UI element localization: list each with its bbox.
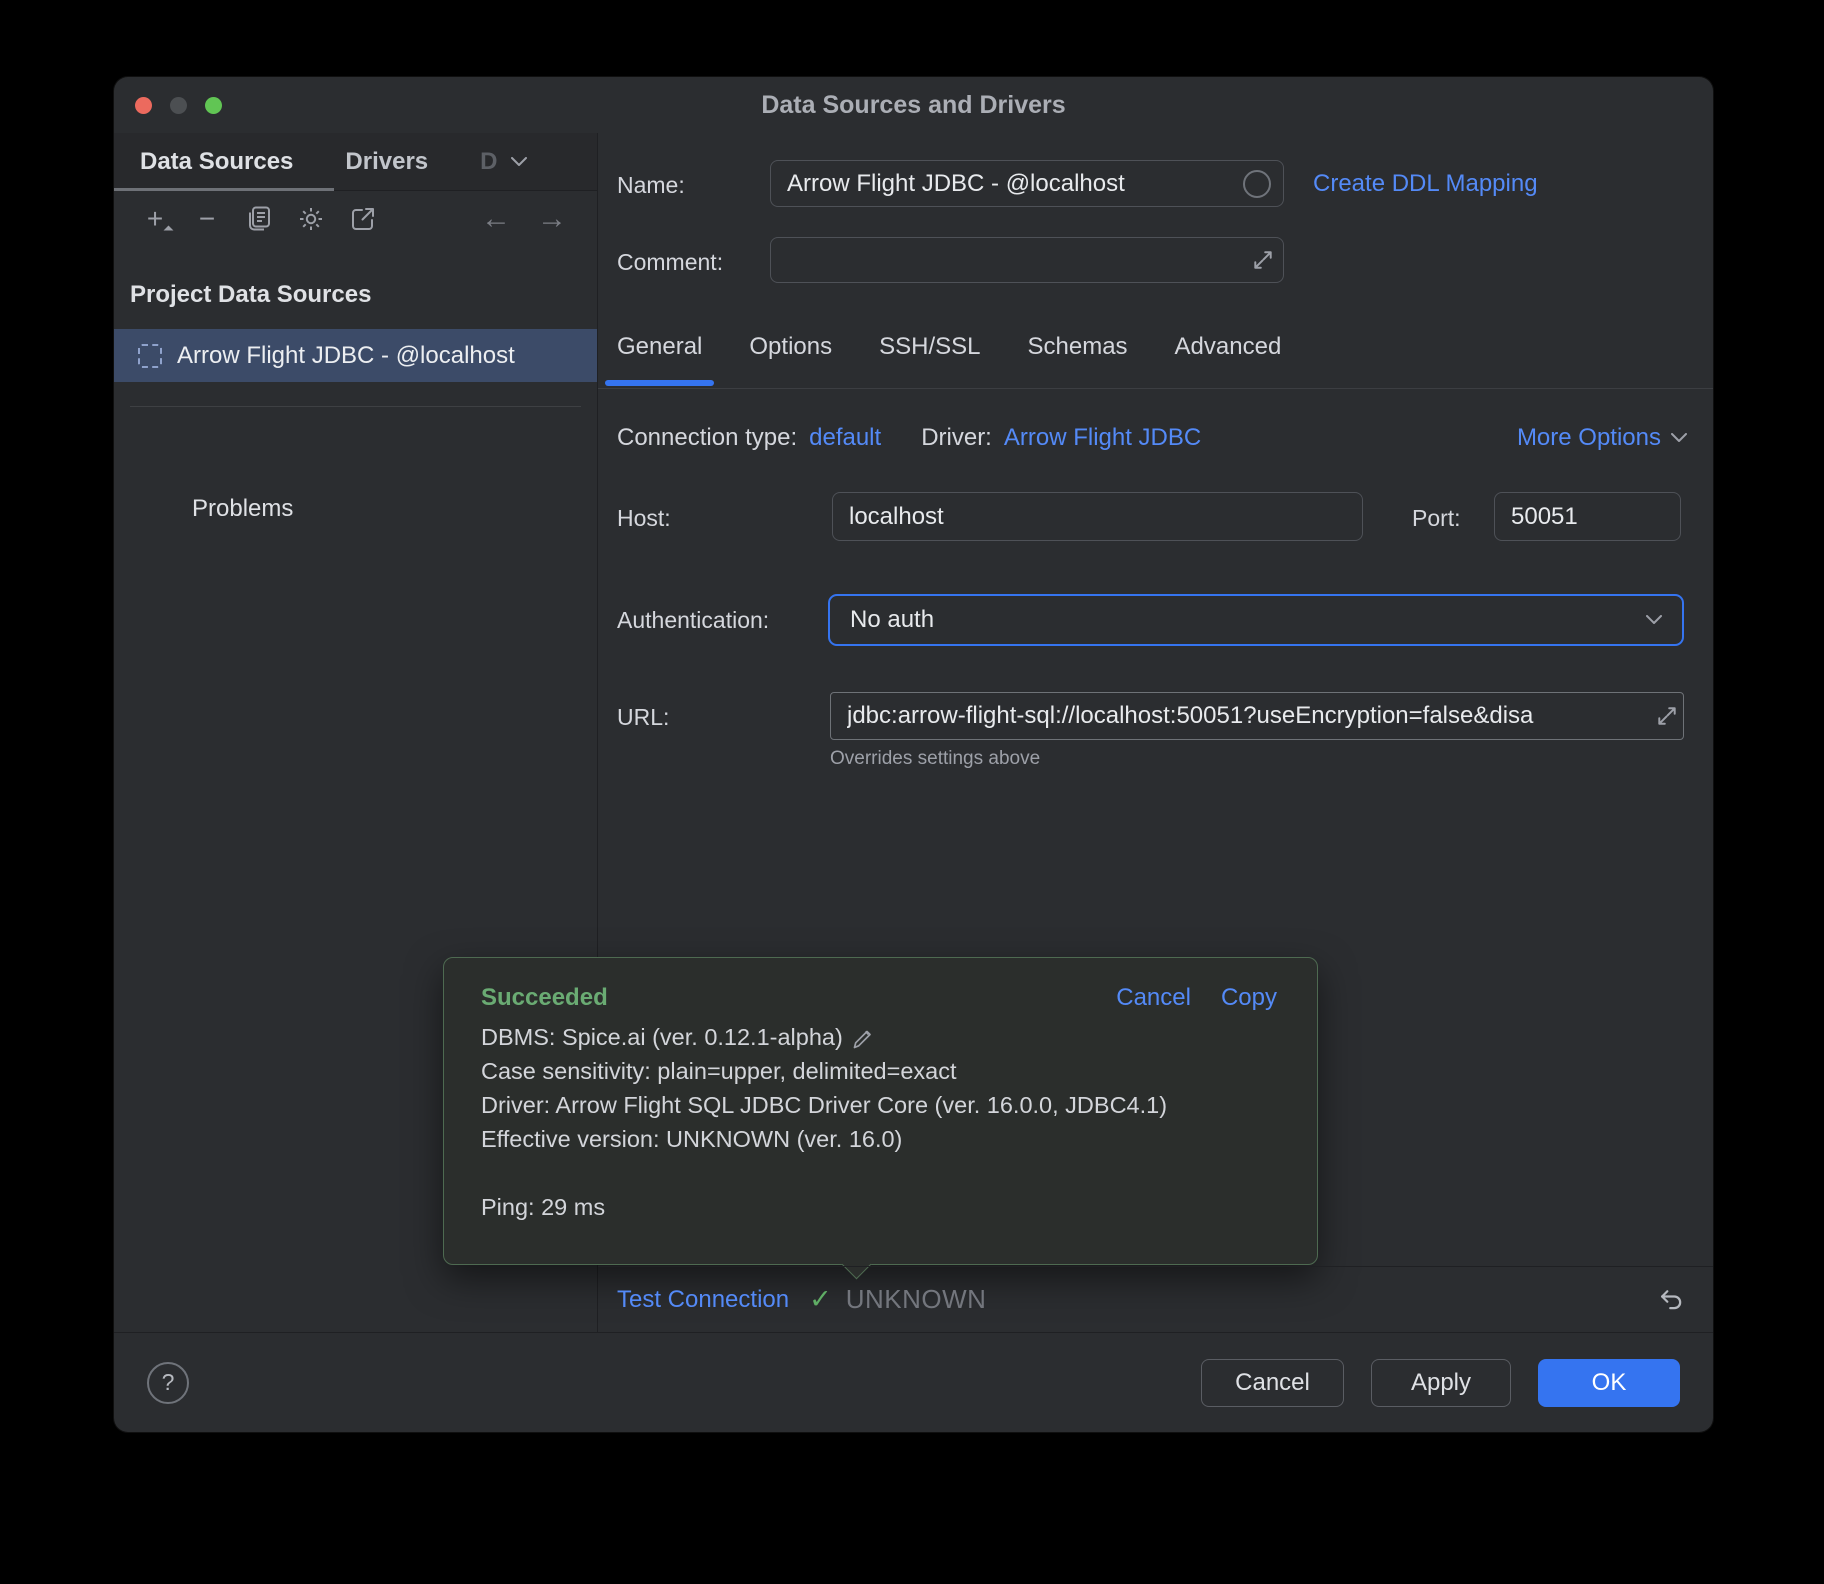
tab-data-sources[interactable]: Data Sources <box>140 148 293 176</box>
tab-drivers[interactable]: Drivers <box>345 148 428 176</box>
authentication-value: No auth <box>850 606 934 634</box>
driver-line: Driver: Arrow Flight SQL JDBC Driver Cor… <box>481 1088 1287 1122</box>
data-sources-dialog: Data Sources and Drivers Data Sources Dr… <box>114 77 1713 1432</box>
host-label: Host: <box>617 505 671 532</box>
port-input[interactable] <box>1494 492 1681 541</box>
gear-icon[interactable] <box>290 199 332 239</box>
tab-options[interactable]: Options <box>749 329 832 388</box>
apply-button[interactable]: Apply <box>1371 1359 1511 1407</box>
url-label: URL: <box>617 704 669 731</box>
expand-comment-icon[interactable] <box>1250 247 1276 273</box>
sidebar-toolbar: + − <box>114 191 597 247</box>
cancel-button[interactable]: Cancel <box>1201 1359 1344 1407</box>
name-input[interactable] <box>770 160 1284 207</box>
more-options-label: More Options <box>1517 424 1661 452</box>
ping-line: Ping: 29 ms <box>481 1190 1287 1224</box>
effective-version-line: Effective version: UNKNOWN (ver. 16.0) <box>481 1122 1287 1156</box>
test-connection-link[interactable]: Test Connection <box>617 1286 789 1314</box>
host-input[interactable] <box>832 492 1363 541</box>
tab-ddl-mappings-truncated[interactable]: D <box>480 148 497 176</box>
tab-schemas[interactable]: Schemas <box>1028 329 1128 388</box>
create-ddl-mapping-link[interactable]: Create DDL Mapping <box>1313 170 1538 198</box>
chevron-down-icon <box>1646 615 1662 625</box>
help-button[interactable]: ? <box>147 1362 189 1404</box>
connection-status: Succeeded <box>481 984 608 1012</box>
tab-overflow-chevron-icon[interactable] <box>511 157 527 167</box>
comment-input[interactable] <box>770 237 1284 283</box>
comment-label: Comment: <box>617 249 723 276</box>
name-label: Name: <box>617 172 685 199</box>
connection-type-row: Connection type: default Driver: Arrow F… <box>617 424 1201 452</box>
tab-bar-separator <box>598 388 1713 389</box>
tab-general[interactable]: General <box>617 329 702 388</box>
sidebar-separator <box>130 406 581 407</box>
connection-status-value: UNKNOWN <box>846 1284 987 1315</box>
connection-type-value-link[interactable]: default <box>809 424 881 452</box>
dbms-line: DBMS: Spice.ai (ver. 0.12.1-alpha) <box>481 1020 1287 1054</box>
connection-type-label: Connection type: <box>617 424 797 452</box>
test-connection-result-popup: Succeeded Cancel Copy DBMS: Spice.ai (ve… <box>443 957 1318 1265</box>
success-check-icon: ✓ <box>809 1284 832 1315</box>
driver-label: Driver: <box>921 424 992 452</box>
driver-value-link[interactable]: Arrow Flight JDBC <box>1004 424 1201 452</box>
duplicate-icon[interactable] <box>238 199 280 239</box>
url-input[interactable] <box>830 692 1684 740</box>
test-connection-bar: Test Connection ✓ UNKNOWN <box>598 1266 1713 1332</box>
sidebar-item-problems[interactable]: Problems <box>192 495 293 523</box>
url-field-wrap <box>830 692 1684 740</box>
comment-field-wrap <box>770 237 1284 283</box>
more-options-link[interactable]: More Options <box>1517 424 1687 452</box>
data-source-list-item-selected[interactable]: Arrow Flight JDBC - @localhost <box>114 329 597 382</box>
case-sensitivity-line: Case sensitivity: plain=upper, delimited… <box>481 1054 1287 1088</box>
edit-pencil-icon[interactable] <box>851 1027 873 1049</box>
popup-copy-link[interactable]: Copy <box>1221 984 1277 1012</box>
name-progress-circle-icon <box>1243 170 1271 198</box>
data-source-icon <box>138 344 162 368</box>
sidebar-tab-strip: Data Sources Drivers D <box>114 133 597 191</box>
titlebar: Data Sources and Drivers <box>114 77 1713 133</box>
forward-arrow-button[interactable]: → <box>531 199 573 239</box>
settings-tab-bar: General Options SSH/SSL Schemas Advanced <box>617 329 1281 388</box>
window-title: Data Sources and Drivers <box>114 91 1713 120</box>
chevron-down-icon <box>1671 433 1687 443</box>
tab-advanced[interactable]: Advanced <box>1175 329 1282 388</box>
ok-button[interactable]: OK <box>1538 1359 1680 1407</box>
add-data-source-button[interactable]: + <box>134 199 176 239</box>
popup-cancel-link[interactable]: Cancel <box>1116 984 1191 1012</box>
authentication-select[interactable]: No auth <box>828 594 1684 646</box>
tab-ssh-ssl[interactable]: SSH/SSL <box>879 329 980 388</box>
popup-details: DBMS: Spice.ai (ver. 0.12.1-alpha) Case … <box>481 1020 1287 1224</box>
help-glyph: ? <box>162 1369 175 1396</box>
remove-data-source-button[interactable]: − <box>186 199 228 239</box>
expand-url-icon[interactable] <box>1654 703 1680 729</box>
authentication-label: Authentication: <box>617 607 769 634</box>
back-arrow-button[interactable]: ← <box>475 199 517 239</box>
port-label: Port: <box>1412 505 1461 532</box>
name-field-wrap <box>770 160 1284 207</box>
url-hint: Overrides settings above <box>830 748 1040 770</box>
undo-icon[interactable] <box>1657 1285 1687 1315</box>
project-data-sources-header: Project Data Sources <box>130 281 371 309</box>
open-in-window-icon[interactable] <box>342 199 384 239</box>
data-source-label: Arrow Flight JDBC - @localhost <box>177 342 515 370</box>
add-dropdown-caret-icon <box>164 226 174 236</box>
dialog-button-bar: ? Cancel Apply OK <box>114 1332 1713 1432</box>
